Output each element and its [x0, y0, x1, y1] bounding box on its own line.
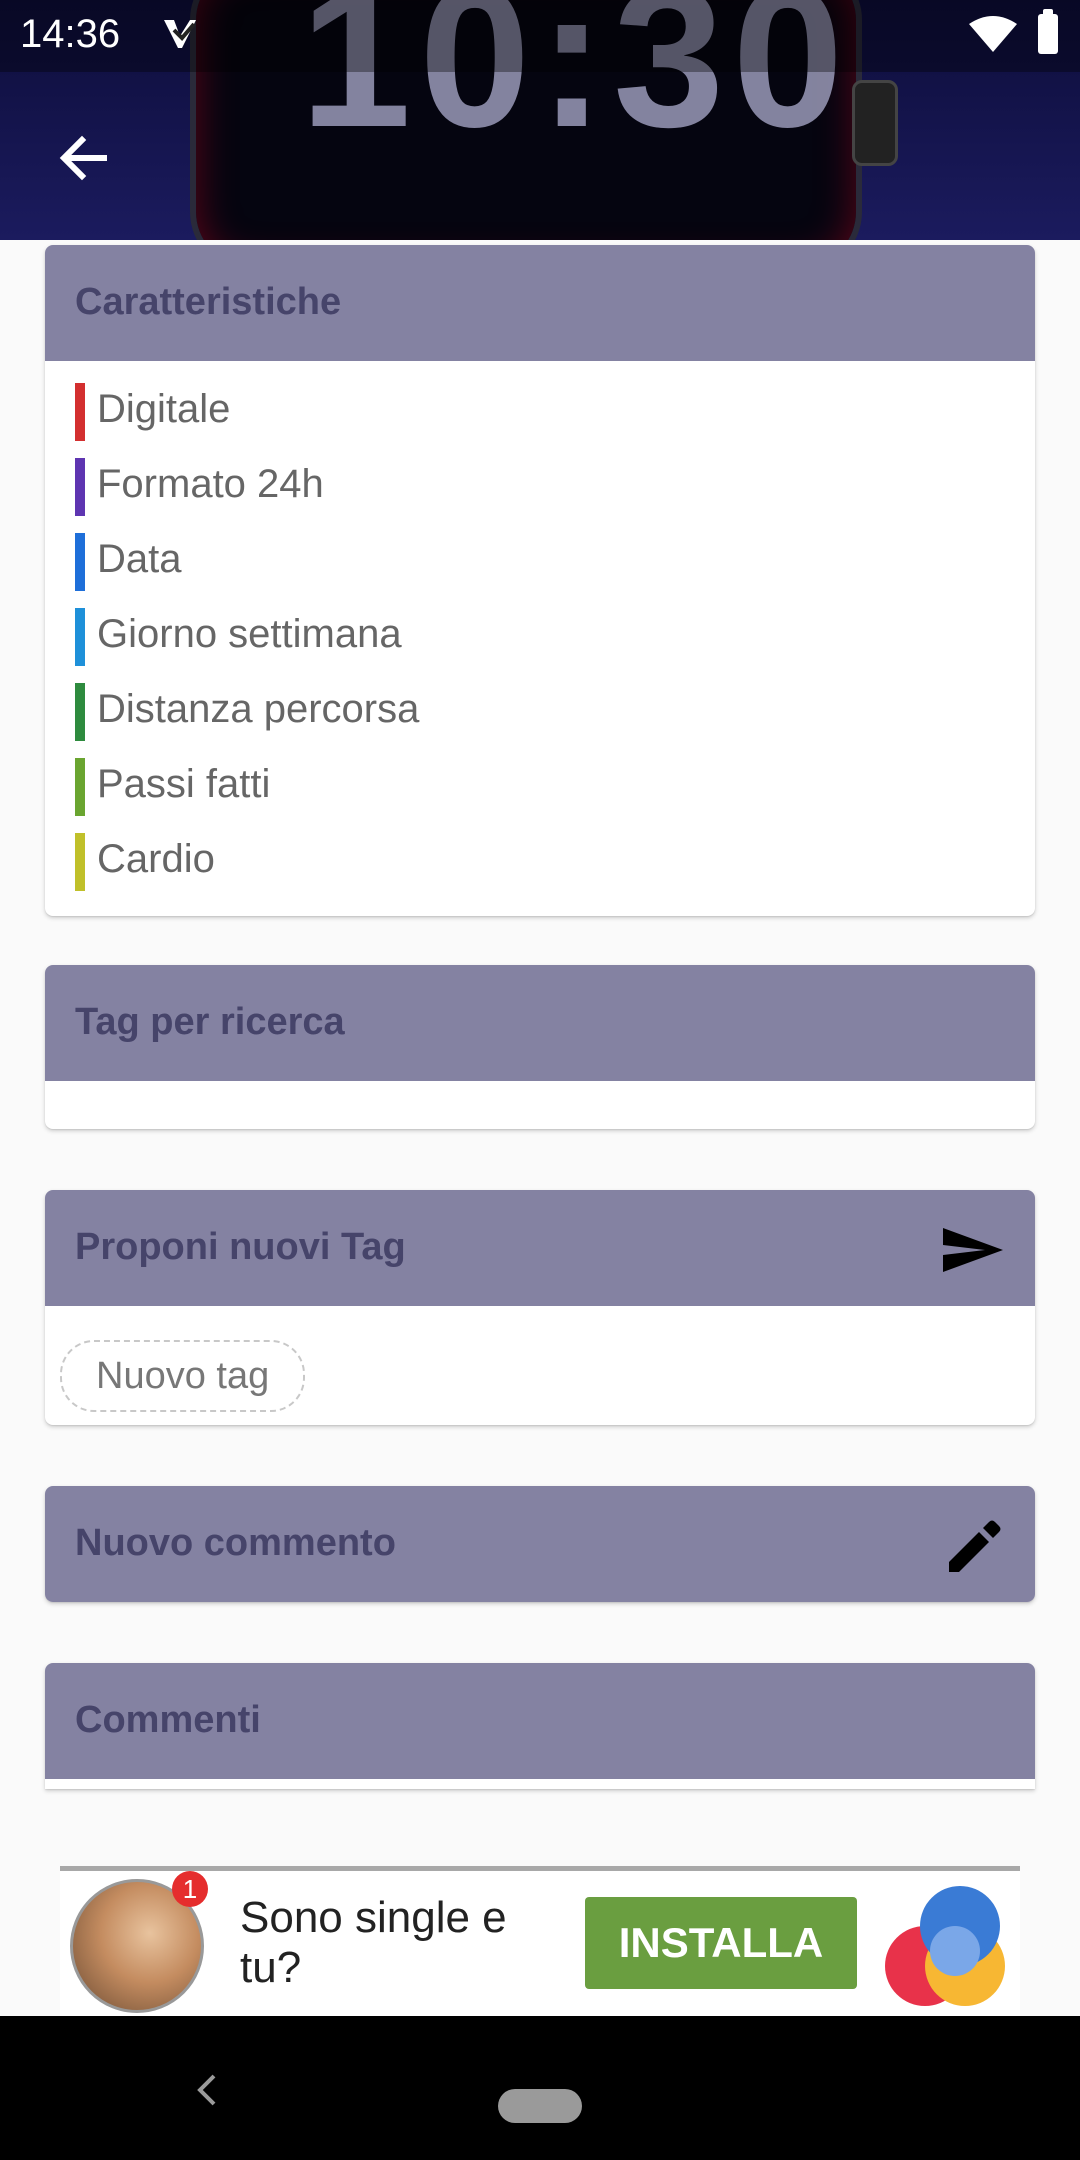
feature-item: Giorno settimana — [45, 602, 1035, 677]
send-icon[interactable] — [941, 1218, 1005, 1282]
watch-crown — [852, 80, 898, 166]
nav-back-icon[interactable] — [192, 2070, 222, 2110]
nav-home-button[interactable] — [498, 2089, 582, 2123]
feature-item: Formato 24h — [45, 452, 1035, 527]
system-nav-bar — [0, 2016, 1080, 2160]
feature-color-bar — [75, 833, 85, 891]
feature-color-bar — [75, 533, 85, 591]
ad-text: Sono single e tu? — [240, 1893, 507, 1992]
card-header: Caratteristiche — [45, 245, 1035, 361]
card-title: Proponi nuovi Tag — [75, 1226, 406, 1268]
feature-color-bar — [75, 383, 85, 441]
feature-color-bar — [75, 458, 85, 516]
feature-item: Digitale — [45, 377, 1035, 452]
card-title: Tag per ricerca — [75, 1001, 345, 1043]
card-header: Tag per ricerca — [45, 965, 1035, 1081]
ad-app-logo-icon — [885, 1886, 1005, 2006]
battery-icon — [1038, 9, 1058, 54]
feature-color-bar — [75, 683, 85, 741]
propose-tags-card: Proponi nuovi Tag Nuovo tag — [45, 1190, 1035, 1425]
arrow-back-icon[interactable] — [52, 126, 116, 190]
status-time: 14:36 — [20, 12, 121, 56]
card-title: Caratteristiche — [75, 281, 342, 323]
feature-item: Passi fatti — [45, 752, 1035, 827]
feature-label: Giorno settimana — [97, 612, 402, 656]
feature-color-bar — [75, 758, 85, 816]
wifi-icon — [969, 16, 1017, 52]
status-bar: 14:36 — [0, 0, 1080, 72]
comments-card: Commenti — [45, 1663, 1035, 1789]
new-tag-chip[interactable]: Nuovo tag — [60, 1340, 306, 1412]
tags-card: Tag per ricerca — [45, 965, 1035, 1129]
feature-label: Distanza percorsa — [97, 687, 420, 731]
feature-label: Digitale — [97, 387, 231, 431]
feature-label: Cardio — [97, 837, 215, 881]
ad-banner[interactable]: 1 Sono single e tu? INSTALLA — [60, 1866, 1020, 2017]
card-header: Commenti — [45, 1663, 1035, 1779]
feature-item: Distanza percorsa — [45, 677, 1035, 752]
feature-label: Data — [97, 537, 182, 581]
features-list: Digitale Formato 24h Data Giorno settima… — [45, 361, 1035, 916]
feature-item: Data — [45, 527, 1035, 602]
feature-label: Formato 24h — [97, 462, 324, 506]
card-header: Proponi nuovi Tag — [45, 1190, 1035, 1306]
install-button[interactable]: INSTALLA — [585, 1897, 857, 1989]
app-notification-icon — [164, 20, 196, 48]
card-title: Commenti — [75, 1699, 261, 1741]
ad-notification-badge: 1 — [172, 1871, 208, 1907]
card-body: Nuovo tag — [45, 1306, 1035, 1425]
pencil-icon[interactable] — [941, 1514, 1005, 1578]
feature-label: Passi fatti — [97, 762, 271, 806]
feature-color-bar — [75, 608, 85, 666]
new-comment-card[interactable]: Nuovo commento — [45, 1486, 1035, 1602]
feature-item: Cardio — [45, 827, 1035, 902]
card-header: Nuovo commento — [45, 1486, 1035, 1602]
features-card: Caratteristiche Digitale Formato 24h Dat… — [45, 245, 1035, 916]
card-title: Nuovo commento — [75, 1522, 396, 1564]
